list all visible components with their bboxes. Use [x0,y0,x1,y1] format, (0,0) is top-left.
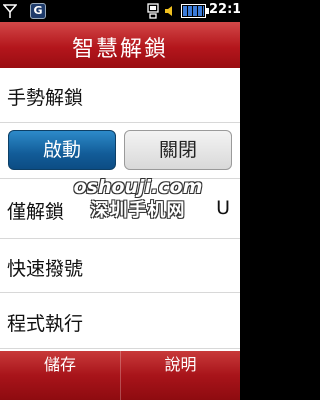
only-unlock-row[interactable]: 僅解鎖 U [0,179,240,239]
gesture-unlock-toggle-row: 啟動 關閉 [0,123,240,179]
title-bar: 智慧解鎖 [0,22,240,68]
status-bar: G 22:18 [0,0,240,22]
deactivate-button[interactable]: 關閉 [124,130,232,170]
speed-dial-row[interactable]: 快速撥號 [0,239,240,293]
gesture-unlock-label: 手勢解鎖 [7,87,84,109]
page-title: 智慧解鎖 [71,37,168,62]
screen: G 22:18 智慧解鎖 手勢解鎖 啟動 關閉 僅解鎖 U 快速撥號 程式執行 … [0,0,240,400]
only-unlock-value: U [216,197,230,219]
only-unlock-label: 僅解鎖 [7,201,65,223]
activate-button[interactable]: 啟動 [8,130,116,170]
bottom-bar: 儲存 說明 [0,351,240,400]
speaker-icon [165,6,172,16]
app-launch-row[interactable]: 程式執行 [0,293,240,349]
signal-icon [3,4,17,18]
usb-icon [147,3,159,19]
save-button[interactable]: 儲存 [0,351,120,400]
help-button[interactable]: 說明 [120,351,240,400]
clock: 22:18 [209,2,240,17]
gesture-unlock-row: 手勢解鎖 [0,68,240,123]
network-badge: G [30,3,46,19]
speed-dial-label: 快速撥號 [7,258,84,280]
battery-icon [181,4,209,18]
app-launch-label: 程式執行 [7,313,84,335]
